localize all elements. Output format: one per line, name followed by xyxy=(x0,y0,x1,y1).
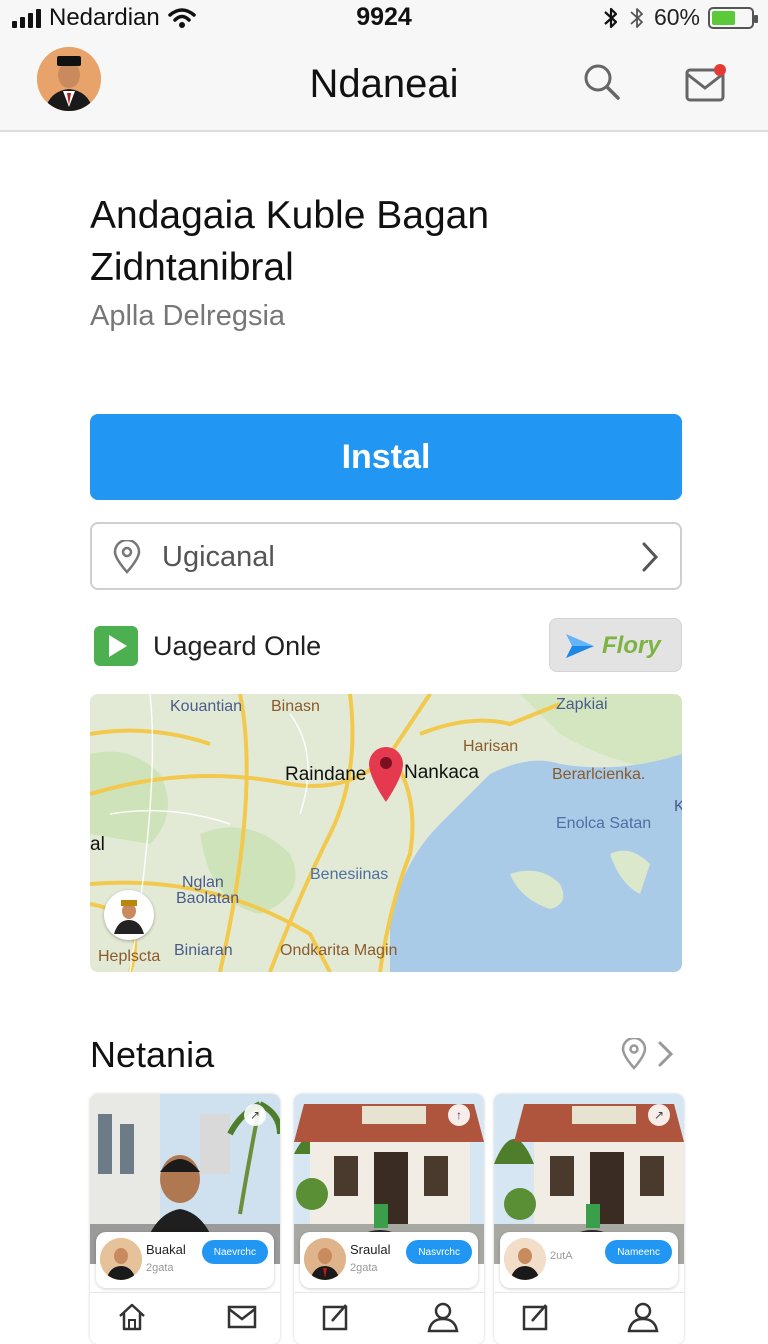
card-nav xyxy=(294,1292,484,1344)
map-label: Harisan xyxy=(463,738,519,755)
map-label: al xyxy=(90,834,105,855)
map-label: Ondkarita Magin xyxy=(280,942,398,959)
map-label: Zapkiai xyxy=(556,696,608,713)
card-action-button[interactable]: Nameenc xyxy=(605,1240,672,1264)
status-right: 60% xyxy=(602,4,758,31)
place-card[interactable]: ↑ Sraulal 2gata Nasvrchc xyxy=(294,1094,484,1344)
location-field[interactable]: Ugicanal xyxy=(90,522,682,590)
card-action-button[interactable]: Nasvrchc xyxy=(406,1240,472,1264)
profile-icon[interactable] xyxy=(426,1301,460,1333)
location-pin-icon xyxy=(113,540,141,574)
card-share-icon[interactable]: ↗ xyxy=(244,1104,266,1126)
home-icon[interactable] xyxy=(116,1301,148,1333)
play-store-icon xyxy=(94,626,138,666)
app-title: Ndaneai xyxy=(309,62,459,106)
map-label: Nankaca xyxy=(404,762,479,783)
location-value: Ugicanal xyxy=(162,541,275,573)
page-title: Andagaia Kuble Bagan Zidntanibral xyxy=(90,194,490,289)
status-bar: Nedardian 9924 60% xyxy=(0,0,768,36)
mail-icon[interactable] xyxy=(684,64,728,104)
card-subtitle: 2gata xyxy=(146,1262,174,1274)
mail-icon[interactable] xyxy=(226,1301,258,1333)
edit-document-icon[interactable] xyxy=(520,1301,552,1333)
place-card[interactable]: ↗ 2utA Nameenc xyxy=(494,1094,684,1344)
map-view[interactable]: Kouantian Binasn Zapkiai Harisan Raindan… xyxy=(90,694,682,972)
card-nav xyxy=(494,1292,684,1344)
store-label: Uageard Onle xyxy=(153,631,322,661)
map-label: Kouantian xyxy=(170,698,243,715)
card-action-button[interactable]: Naevrchc xyxy=(201,1240,268,1264)
card-info: 2utA Nameenc xyxy=(500,1232,678,1288)
card-subtitle: 2utA xyxy=(550,1250,573,1262)
bluetooth-icon-2 xyxy=(630,7,643,28)
card-share-icon[interactable]: ↗ xyxy=(648,1104,670,1126)
card-info: Sraulal 2gata Nasvrchc xyxy=(300,1232,478,1288)
map-label: Heplscta xyxy=(98,948,161,965)
edit-document-icon[interactable] xyxy=(320,1301,352,1333)
card-info: Buakal 2gata Naevrchc xyxy=(96,1232,274,1288)
map-background xyxy=(90,694,682,972)
install-button[interactable]: Instal xyxy=(90,414,682,500)
bluetooth-icon xyxy=(604,7,618,28)
card-name: Sraulal xyxy=(350,1242,391,1257)
card-avatar xyxy=(100,1238,142,1280)
battery-level xyxy=(712,10,735,25)
card-avatar xyxy=(304,1238,346,1280)
card-avatar xyxy=(504,1238,546,1280)
battery-icon xyxy=(708,6,758,29)
map-label: Baolatan xyxy=(176,890,240,907)
place-card[interactable]: ↗ Buakal 2gata Naevrchc xyxy=(90,1094,280,1344)
app-header: Ndaneai xyxy=(0,36,768,132)
map-user-avatar[interactable] xyxy=(104,890,154,940)
card-name: Buakal xyxy=(146,1242,186,1257)
battery-percent: 60% xyxy=(653,4,700,30)
flory-button[interactable]: Flory xyxy=(549,618,682,672)
card-subtitle: 2gata xyxy=(350,1262,378,1274)
page-subtitle: Aplla Delregsia xyxy=(90,300,286,332)
store-row: Uageard Onle Flory xyxy=(90,618,682,676)
profile-icon[interactable] xyxy=(626,1301,660,1333)
location-pin-icon[interactable] xyxy=(620,1038,648,1070)
flory-label: Flory xyxy=(602,632,661,659)
section-title: Netania xyxy=(90,1034,215,1075)
card-nav xyxy=(90,1292,280,1344)
map-label: Binasn xyxy=(271,698,320,715)
map-label: K xyxy=(674,798,682,815)
chevron-right-icon xyxy=(642,542,659,572)
map-pin-icon xyxy=(369,747,403,802)
map-label: Raindane xyxy=(285,764,367,785)
map-label: Benesiinas xyxy=(310,866,389,883)
map-label: Berarlcienka. xyxy=(552,766,646,783)
map-label: Biniaran xyxy=(174,942,233,959)
map-label: Enolca Satan xyxy=(556,815,652,832)
paper-plane-icon xyxy=(566,634,594,658)
search-icon[interactable] xyxy=(582,62,622,102)
card-share-icon[interactable]: ↑ xyxy=(448,1104,470,1126)
chevron-right-icon[interactable] xyxy=(656,1040,676,1068)
